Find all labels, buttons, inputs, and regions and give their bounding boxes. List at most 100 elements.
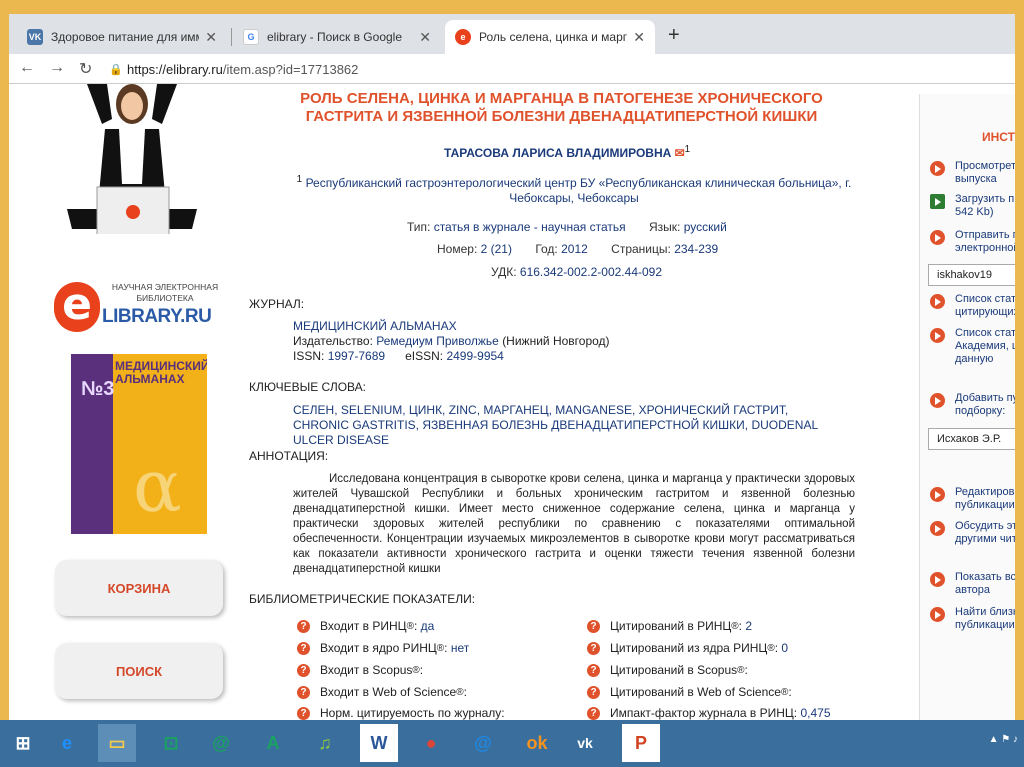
keywords-list[interactable]: СЕЛЕН, SELENIUM, ЦИНК, ZINC, МАРГАНЕЦ, M… bbox=[293, 403, 833, 448]
journal-cover-title: МЕДИЦИНСКИЙ АЛЬМАНАХ bbox=[115, 359, 207, 386]
tool-academy-list[interactable]: Список стат Академия, ц данную bbox=[930, 327, 1015, 366]
play-icon bbox=[930, 572, 945, 587]
alpha-icon: α bbox=[133, 444, 182, 528]
type-row: Тип: статья в журнале - научная статья Я… bbox=[407, 220, 727, 234]
vk-icon: VK bbox=[27, 29, 43, 45]
tab-elibrary[interactable]: e Роль селена, цинка и марганца ✕ bbox=[445, 20, 655, 54]
new-tab-button[interactable]: + bbox=[668, 24, 680, 47]
tool-show-all-author[interactable]: Показать вс автора bbox=[930, 571, 1015, 597]
play-icon bbox=[930, 487, 945, 502]
windows-taskbar: ⊞ e ▭ ⊡ @ A ♫ W ● @ ok vk P ▲ ⚑ ♪ bbox=[0, 720, 1024, 767]
journal-number: №3 bbox=[81, 378, 115, 400]
tool-view-issue[interactable]: Просмотреть выпуска bbox=[930, 160, 1015, 186]
keywords-section-label: КЛЮЧЕВЫЕ СЛОВА: bbox=[249, 380, 366, 394]
email-icon[interactable]: ✉ bbox=[671, 146, 685, 160]
screen: VK Здоровое питание для иммуни ✕ G elibr… bbox=[0, 0, 1024, 767]
help-icon[interactable]: ? bbox=[297, 663, 310, 677]
play-icon bbox=[930, 521, 945, 536]
tab-title: Здоровое питание для иммуни bbox=[51, 30, 199, 44]
ie-icon[interactable]: e bbox=[48, 724, 86, 762]
windows-start-icon[interactable]: ⊞ bbox=[4, 724, 42, 762]
tab-title: elibrary - Поиск в Google bbox=[267, 30, 402, 44]
back-icon[interactable]: ← bbox=[19, 59, 35, 77]
cart-button[interactable]: КОРЗИНА bbox=[55, 560, 223, 616]
tab-google[interactable]: G elibrary - Поиск в Google ✕ bbox=[233, 20, 441, 54]
tool-edit-publication[interactable]: Редактирова публикации bbox=[930, 486, 1015, 512]
play-icon bbox=[930, 230, 945, 245]
elibrary-logo[interactable]: e НАУЧНАЯ ЭЛЕКТРОННАЯ БИБЛИОТЕКА LIBRARY… bbox=[54, 282, 234, 334]
tool-add-collection[interactable]: Добавить пу подборку: bbox=[930, 392, 1015, 418]
lock-icon: 🔒 bbox=[109, 64, 123, 76]
biblio-item: ? Норм. цитируемость по журналу: bbox=[297, 706, 505, 720]
close-icon[interactable]: ✕ bbox=[413, 29, 431, 46]
url-field[interactable]: https://elibrary.ru/item.asp?id=17713862 bbox=[127, 62, 358, 77]
biblio-item: ? Цитирований в Web of Science ®: bbox=[587, 685, 792, 699]
file-explorer-icon[interactable]: ▭ bbox=[98, 724, 136, 762]
reload-icon[interactable]: ↻ bbox=[79, 59, 92, 79]
mascot-image bbox=[67, 84, 197, 234]
browser-chrome: VK Здоровое питание для иммуни ✕ G elibr… bbox=[9, 14, 1015, 84]
forward-icon[interactable]: → bbox=[49, 59, 65, 77]
help-icon[interactable]: ? bbox=[587, 706, 600, 720]
mail-at-icon[interactable]: @ bbox=[202, 724, 240, 762]
article-title: РОЛЬ СЕЛЕНА, ЦИНКА И МАРГАНЦА В ПАТОГЕНЕ… bbox=[300, 90, 823, 125]
logo-subtitle: НАУЧНАЯ ЭЛЕКТРОННАЯ БИБЛИОТЕКА bbox=[111, 282, 219, 303]
affiliation[interactable]: 1 Республиканский гастроэнтерологический… bbox=[289, 172, 859, 206]
help-icon[interactable]: ? bbox=[297, 619, 310, 633]
biblio-item: ? Цитирований в Scopus ®: bbox=[587, 663, 748, 677]
tool-citing-list[interactable]: Список стат цитирующих bbox=[930, 293, 1015, 319]
play-icon bbox=[930, 393, 945, 408]
tab-title: Роль селена, цинка и марганца bbox=[479, 30, 627, 44]
biblio-section-label: БИБЛИОМЕТРИЧЕСКИЕ ПОКАЗАТЕЛИ: bbox=[249, 592, 476, 606]
ok-icon[interactable]: ok bbox=[518, 724, 556, 762]
biblio-item: ? Входит в РИНЦ ®: да bbox=[297, 619, 434, 633]
help-icon[interactable]: ? bbox=[587, 663, 600, 677]
issue-row: Номер: 2 (21) Год: 2012 Страницы: 234-23… bbox=[437, 242, 719, 256]
pdf-icon bbox=[930, 194, 945, 209]
collection-select[interactable]: Исхаков Э.Р. bbox=[928, 428, 1015, 450]
journal-section-label: ЖУРНАЛ: bbox=[249, 297, 305, 311]
vk-icon[interactable]: vk bbox=[566, 724, 604, 762]
help-icon[interactable]: ? bbox=[297, 706, 310, 720]
publisher-link[interactable]: Ремедиум Приволжье bbox=[376, 334, 499, 348]
help-icon[interactable]: ? bbox=[297, 685, 310, 699]
play-icon bbox=[930, 607, 945, 622]
google-icon: G bbox=[243, 29, 259, 45]
powerpoint-icon[interactable]: P bbox=[622, 724, 660, 762]
mail-icon[interactable]: @ bbox=[464, 724, 502, 762]
tool-send-email[interactable]: Отправить п электронной bbox=[930, 229, 1015, 255]
close-icon[interactable]: ✕ bbox=[199, 29, 217, 46]
tool-download-pdf[interactable]: Загрузить п 542 Kb) bbox=[930, 193, 1015, 219]
play-icon bbox=[930, 294, 945, 309]
annotation-text: Исследована концентрация в сыворотке кро… bbox=[293, 473, 855, 575]
music-icon[interactable]: ♫ bbox=[306, 724, 344, 762]
biblio-item: ? Входит в Scopus ®: bbox=[297, 663, 423, 677]
author-name[interactable]: ТАРАСОВА ЛАРИСА ВЛАДИМИРОВНА ✉1 bbox=[444, 144, 690, 160]
elibrary-logo-icon: e bbox=[54, 282, 100, 332]
close-icon[interactable]: ✕ bbox=[627, 29, 645, 46]
chrome-icon[interactable]: ● bbox=[412, 724, 450, 762]
biblio-item: ? Импакт-фактор журнала в РИНЦ: 0,475 bbox=[587, 706, 831, 720]
help-icon[interactable]: ? bbox=[297, 641, 310, 655]
biblio-item: ? Входит в ядро РИНЦ ®: нет bbox=[297, 641, 469, 655]
help-icon[interactable]: ? bbox=[587, 685, 600, 699]
journal-link[interactable]: МЕДИЦИНСКИЙ АЛЬМАНАХ bbox=[293, 319, 610, 334]
tools-panel: ИНСТР Просмотреть выпуска Загрузить п 54… bbox=[919, 94, 1015, 720]
email-input[interactable]: iskhakov19 bbox=[928, 264, 1015, 286]
help-icon[interactable]: ? bbox=[587, 641, 600, 655]
article-main: РОЛЬ СЕЛЕНА, ЦИНКА И МАРГАНЦА В ПАТОГЕНЕ… bbox=[249, 84, 909, 720]
a-app-icon[interactable]: A bbox=[254, 724, 292, 762]
store-icon[interactable]: ⊡ bbox=[152, 724, 190, 762]
journal-cover[interactable]: №3 МЕДИЦИНСКИЙ АЛЬМАНАХ α bbox=[71, 354, 207, 534]
help-icon[interactable]: ? bbox=[587, 619, 600, 633]
play-icon bbox=[930, 328, 945, 343]
tool-discuss[interactable]: Обсудить эт другими чит bbox=[930, 520, 1015, 546]
tab-vk[interactable]: VK Здоровое питание для иммуни ✕ bbox=[17, 20, 227, 54]
play-icon bbox=[930, 161, 945, 176]
word-icon[interactable]: W bbox=[360, 724, 398, 762]
tool-find-similar[interactable]: Найти близк публикации bbox=[930, 606, 1015, 632]
system-tray-icon[interactable]: ▲ ⚑ ♪ bbox=[989, 734, 1018, 745]
search-button[interactable]: ПОИСК bbox=[55, 643, 223, 699]
address-bar: ← → ↻ 🔒 https://elibrary.ru/item.asp?id=… bbox=[9, 54, 1015, 84]
left-column: e НАУЧНАЯ ЭЛЕКТРОННАЯ БИБЛИОТЕКА LIBRARY… bbox=[9, 84, 239, 720]
